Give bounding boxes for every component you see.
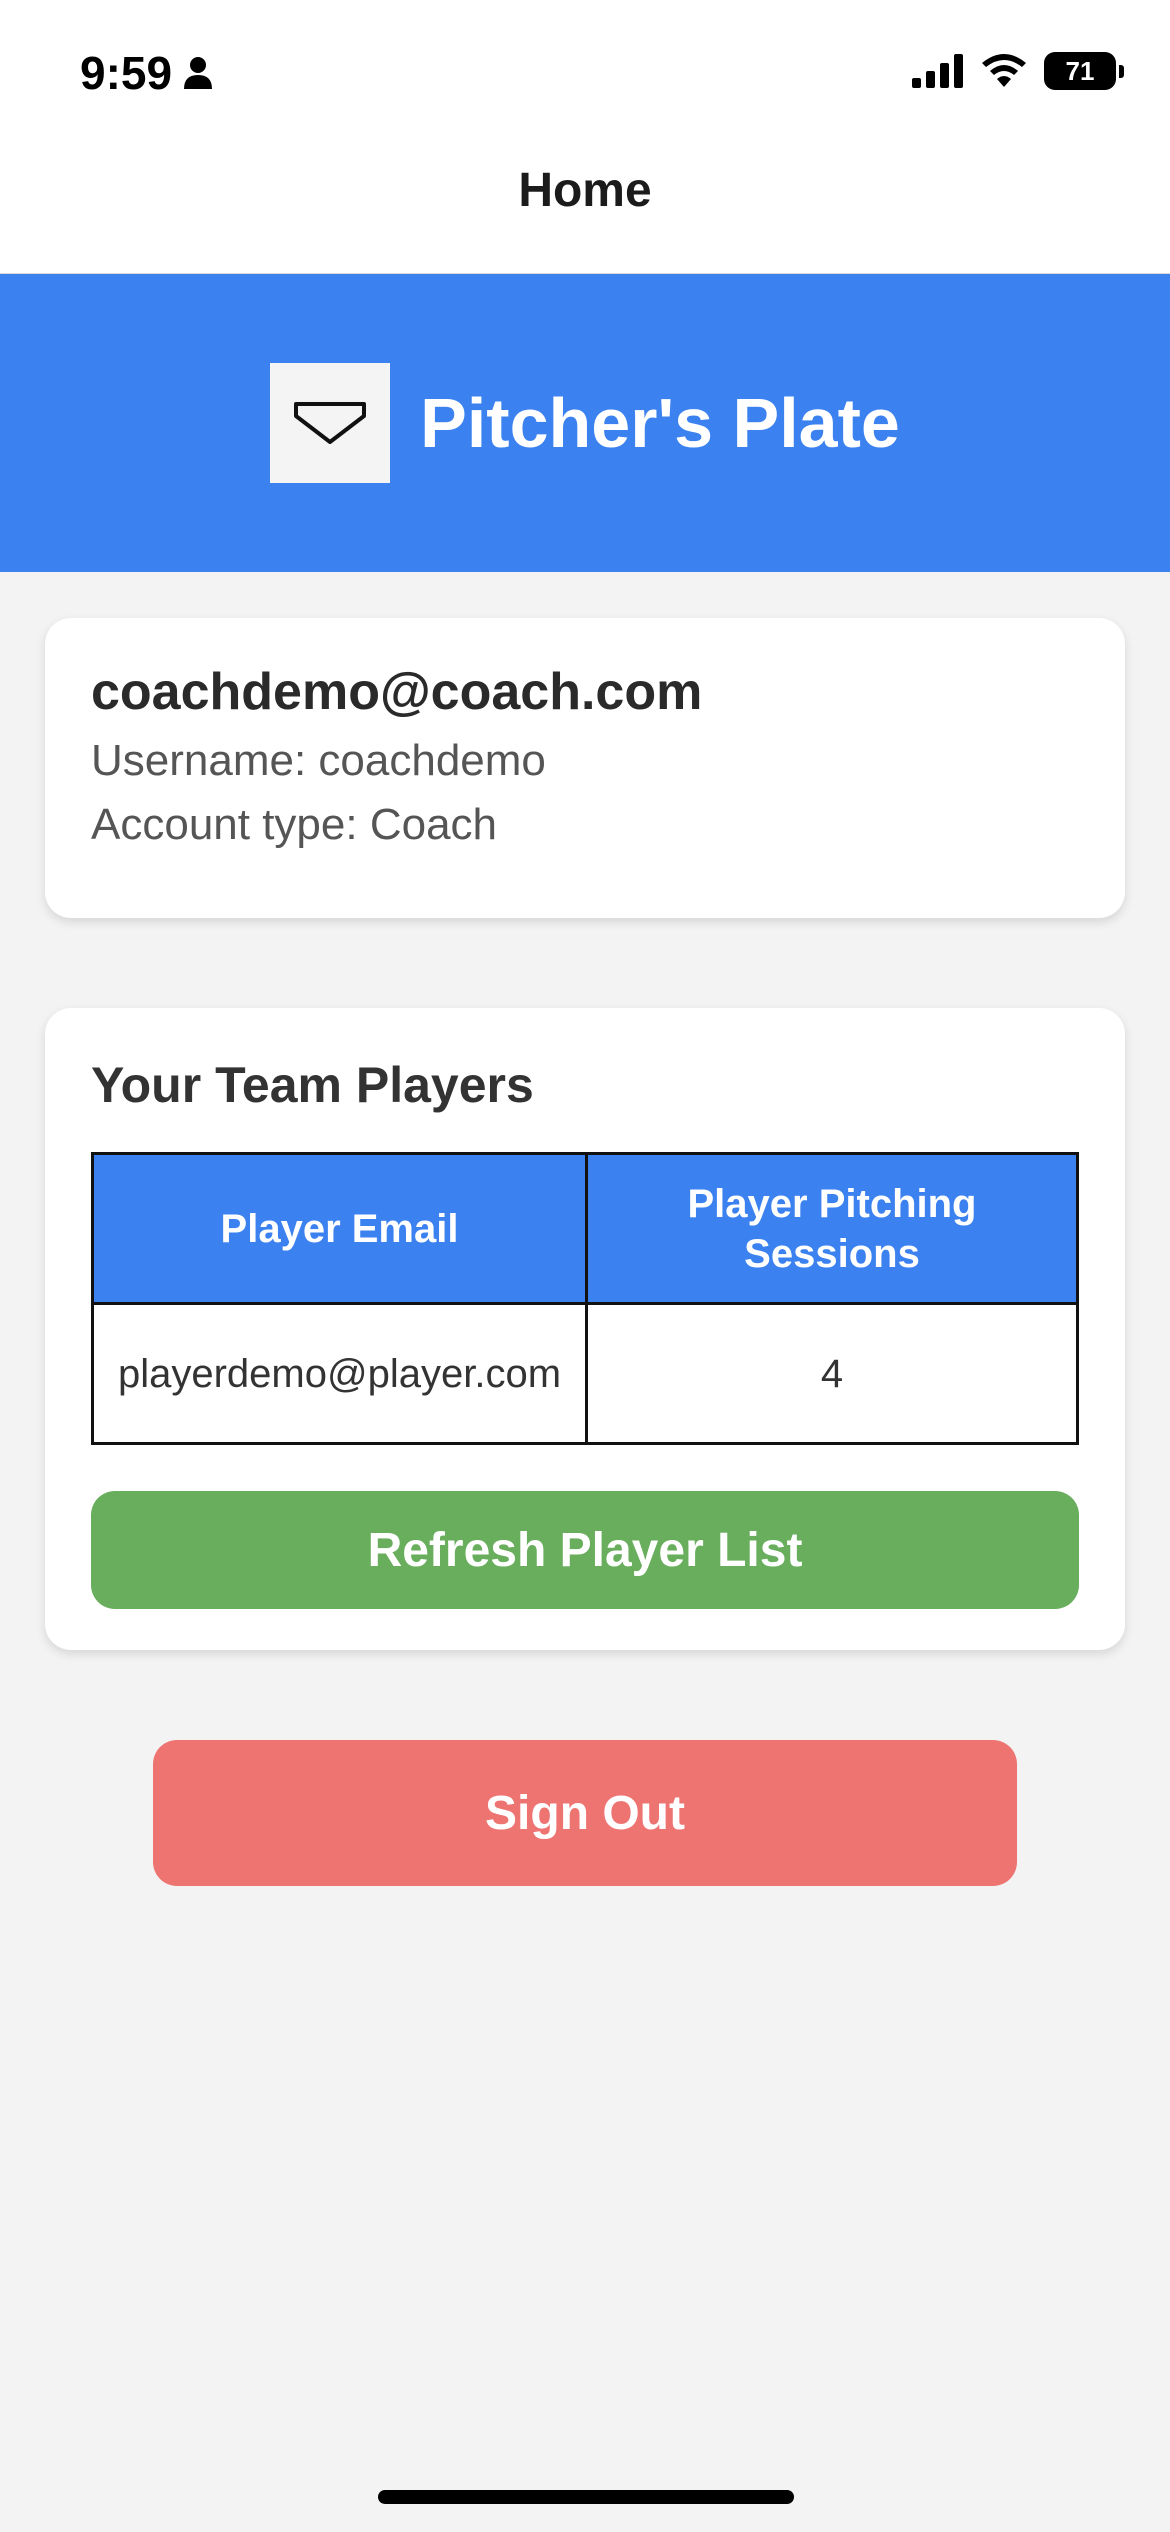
status-icons: 71	[912, 52, 1124, 90]
home-plate-icon	[294, 402, 367, 444]
home-indicator[interactable]	[378, 2490, 794, 2504]
battery-level: 71	[1065, 55, 1095, 86]
team-section-title: Your Team Players	[91, 1057, 534, 1113]
table-row[interactable]: playerdemo@player.com 4	[91, 1302, 1079, 1445]
column-header-email: Player Email	[91, 1152, 588, 1305]
time-label: 9:59	[80, 47, 173, 99]
player-email-cell: playerdemo@player.com	[91, 1302, 588, 1445]
column-header-sessions: Player Pitching Sessions	[585, 1152, 1079, 1305]
cellular-signal-icon	[912, 54, 963, 88]
navigation-bar: Home	[0, 140, 1170, 274]
table-header-row: Player Email Player Pitching Sessions	[91, 1152, 1079, 1305]
sign-out-button[interactable]: Sign Out	[153, 1740, 1017, 1886]
app-title: Pitcher's Plate	[420, 384, 900, 462]
nav-title: Home	[518, 164, 652, 217]
account-email: coachdemo@coach.com	[91, 663, 703, 721]
status-time: 9:59	[80, 46, 214, 100]
account-username: Username: coachdemo	[91, 736, 546, 785]
person-icon	[184, 57, 213, 89]
app-logo	[270, 363, 391, 483]
app-header-banner: Pitcher's Plate	[0, 274, 1170, 572]
battery-indicator: 71	[1044, 52, 1124, 90]
team-players-card: Your Team Players Player Email Player Pi…	[45, 1008, 1125, 1650]
player-sessions-cell: 4	[585, 1302, 1079, 1445]
wifi-icon	[982, 54, 1026, 87]
status-bar: 9:59 71	[0, 0, 1170, 140]
account-type: Account type: Coach	[91, 800, 498, 849]
refresh-player-list-button[interactable]: Refresh Player List	[91, 1491, 1079, 1609]
account-card: coachdemo@coach.com Username: coachdemo …	[45, 618, 1125, 918]
players-table: Player Email Player Pitching Sessions pl…	[91, 1152, 1079, 1445]
